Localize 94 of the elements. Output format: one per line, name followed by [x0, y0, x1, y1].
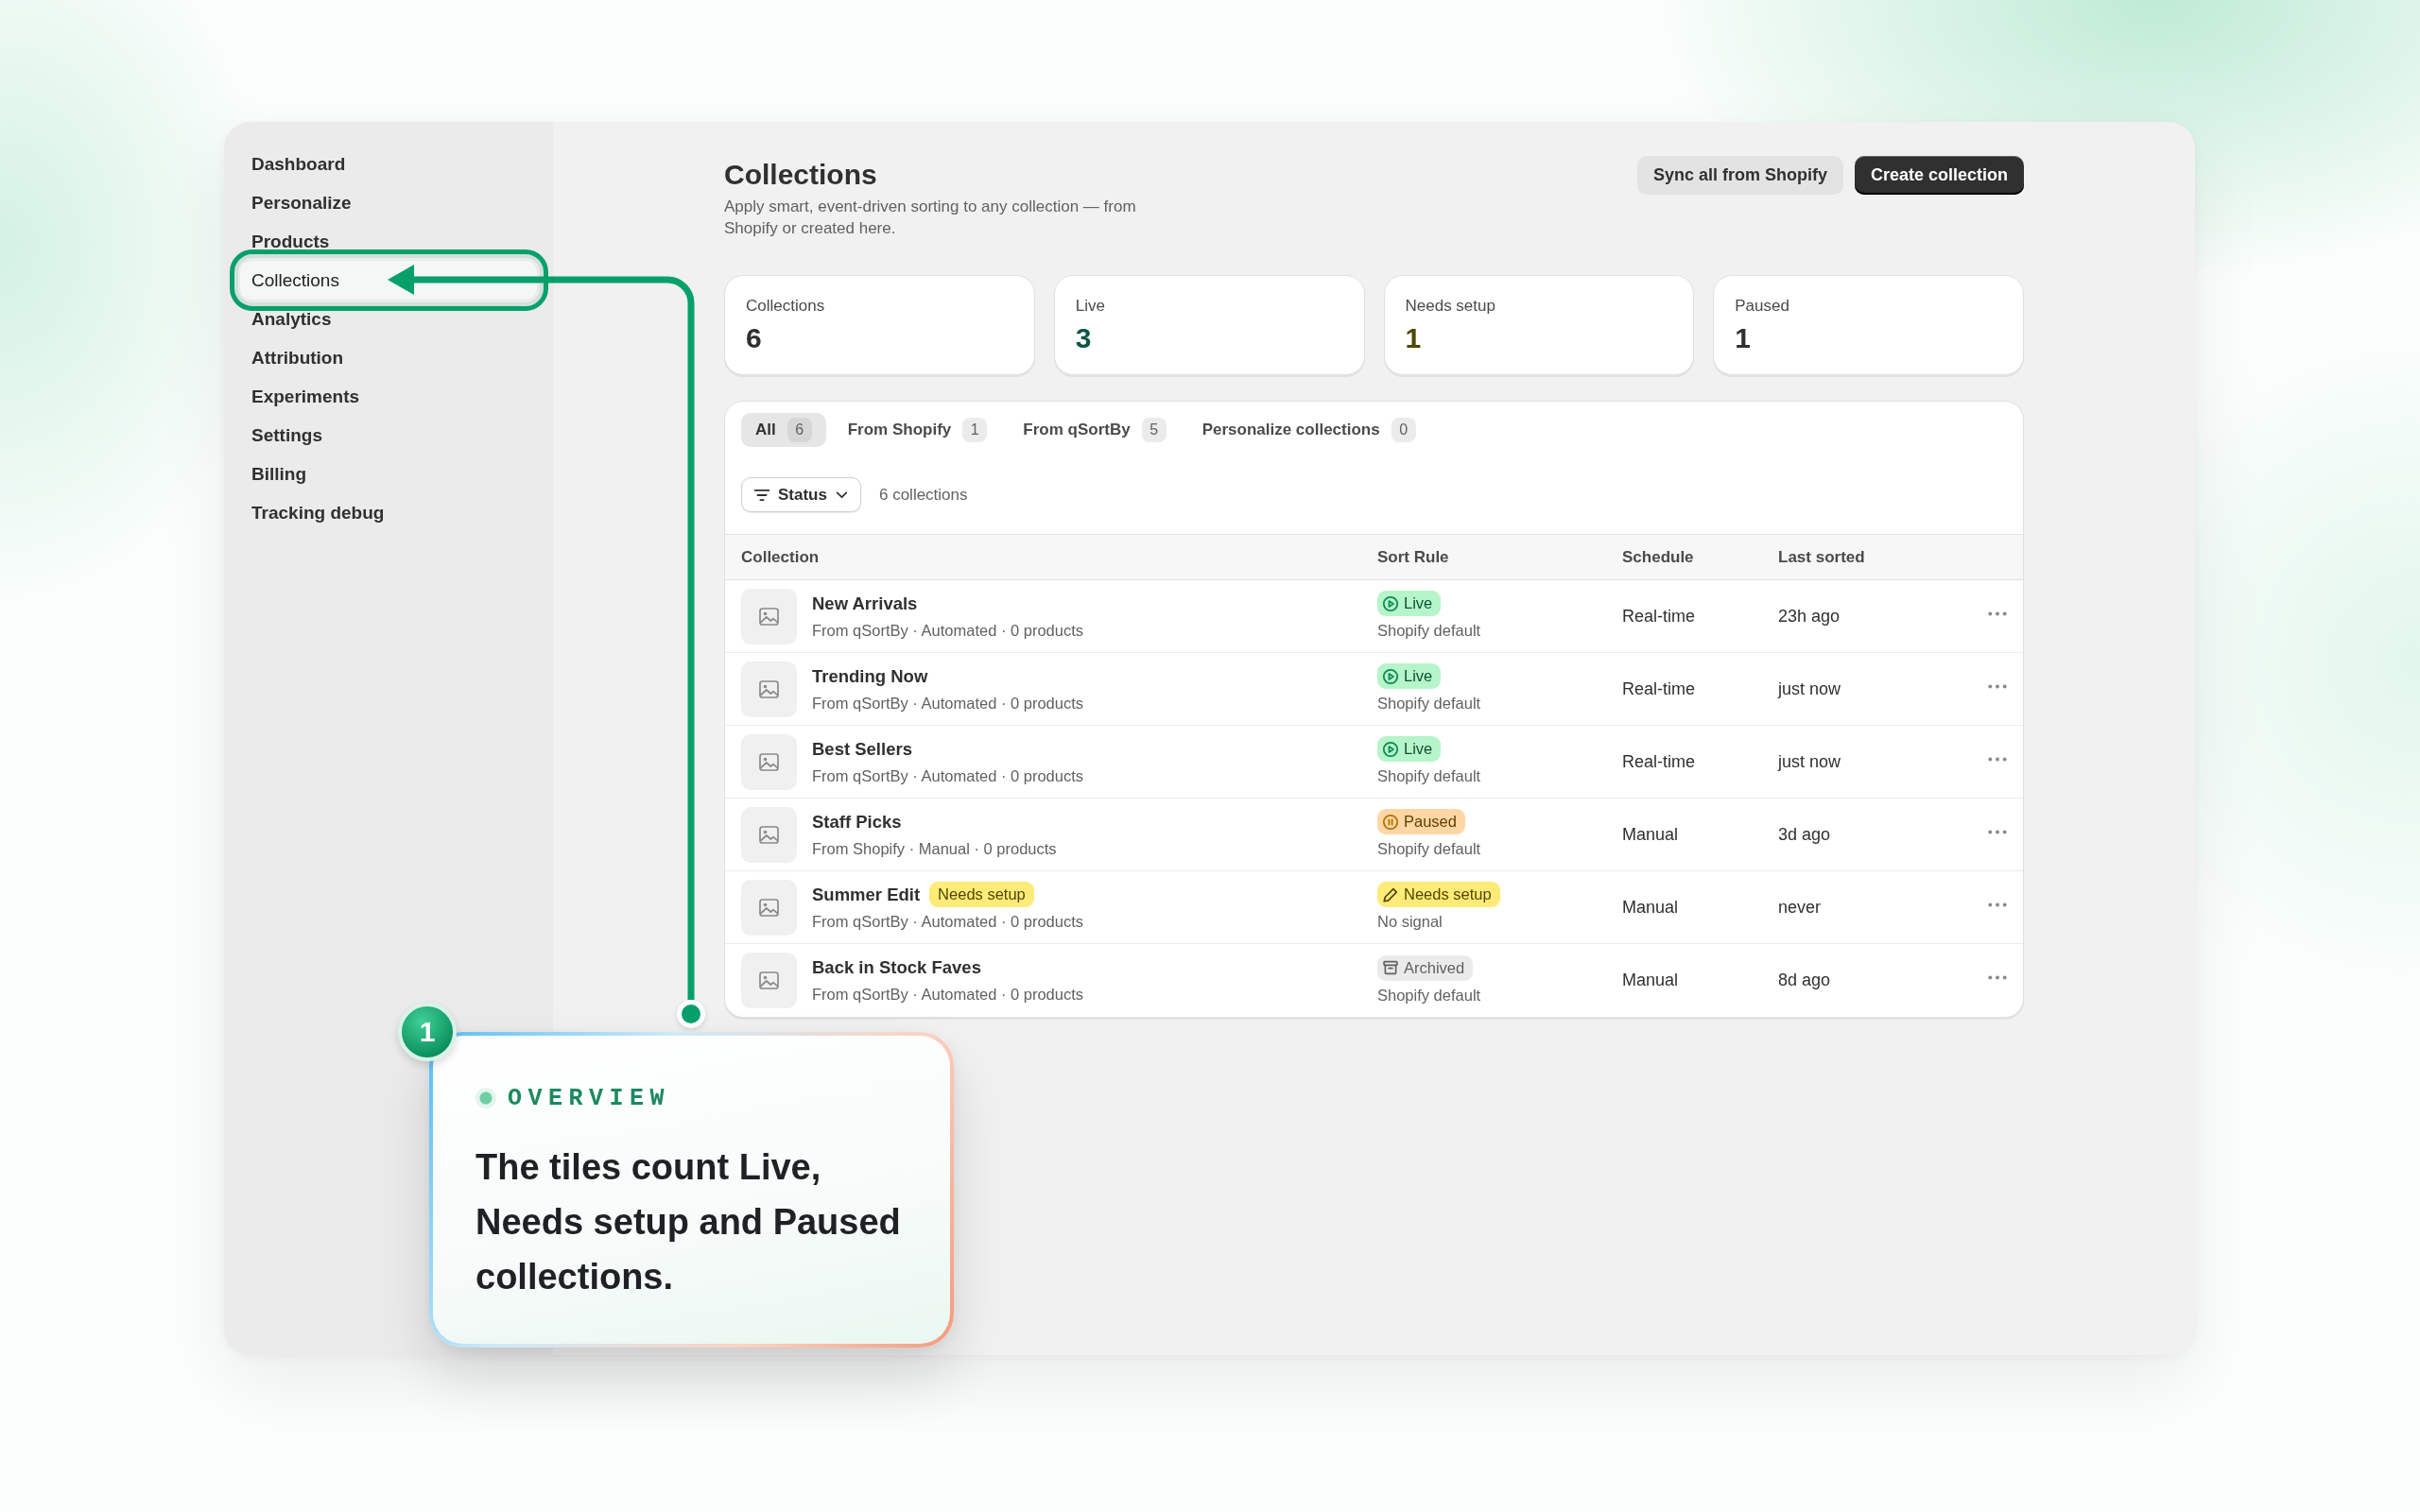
schedule-text: Real-time [1622, 606, 1697, 627]
count-badge: 5 [1141, 418, 1167, 442]
stat-label: Collections [746, 296, 825, 317]
collection-details: From qSortBy · Automated · 0 products [812, 693, 1084, 713]
sidebar-item[interactable]: Dashboard [240, 145, 537, 183]
count-badge: 1 [962, 418, 988, 442]
stat-label: Paused [1735, 296, 1789, 317]
image-icon [741, 588, 797, 644]
last-sorted-time: 8d ago [1778, 971, 1832, 990]
stat-value: 3 [1075, 321, 1092, 355]
status-badge: Needs setup [1377, 882, 1500, 907]
image-icon [741, 661, 797, 717]
stat-value: 1 [1735, 321, 1751, 355]
status-badge: Needs setup [929, 882, 1034, 907]
ellipsis-icon[interactable] [1987, 901, 2008, 908]
collection-details: From qSortBy · Automated · 0 products [812, 620, 1084, 641]
sidebar-item[interactable]: Attribution [240, 338, 537, 377]
page-title: Collections [724, 158, 878, 192]
filter-tab[interactable]: All 6 [741, 413, 826, 447]
schedule-text: Manual [1622, 897, 1680, 918]
status-badge: Archived [1377, 954, 1474, 981]
ellipsis-icon[interactable] [1987, 755, 2008, 763]
sidebar-item[interactable]: Experiments [240, 377, 537, 416]
sort-source: Shopify default [1377, 839, 1481, 859]
sort-source: Shopify default [1377, 694, 1481, 713]
pause-circle-icon [1382, 813, 1399, 831]
callout-eyebrow: OVERVIEW [508, 1084, 671, 1112]
sort-source: Shopify default [1377, 621, 1481, 641]
sidebar-item[interactable]: Analytics [240, 300, 537, 338]
sidebar-item[interactable]: Collections [240, 261, 537, 300]
image-icon [741, 806, 797, 863]
sidebar-item[interactable]: Tracking debug [240, 493, 537, 532]
stat-value: 6 [746, 321, 762, 355]
last-sorted-time: just now [1778, 679, 1842, 699]
last-sorted-time: 23h ago [1778, 606, 1841, 627]
ellipsis-icon[interactable] [1987, 828, 2008, 835]
column-header[interactable]: Collection [741, 547, 1377, 567]
count-badge: 6 [786, 418, 812, 442]
play-circle-icon [1382, 740, 1399, 758]
sync-button[interactable]: Sync all from Shopify [1636, 156, 1843, 195]
stat-label: Live [1075, 296, 1105, 317]
ellipsis-icon[interactable] [1987, 610, 2008, 617]
stat-label: Needs setup [1405, 296, 1495, 317]
last-sorted-time: 3d ago [1778, 824, 1832, 845]
column-header[interactable]: Sort Rule [1377, 547, 1622, 567]
schedule-text: Real-time [1622, 751, 1697, 772]
sidebar-item[interactable]: Settings [240, 416, 537, 455]
last-sorted-time: just now [1778, 751, 1842, 772]
sidebar-item[interactable]: Billing [240, 455, 537, 493]
pencil-icon [1382, 885, 1399, 903]
sort-source: Shopify default [1377, 766, 1481, 786]
collection-name[interactable]: Trending Now [812, 663, 928, 689]
schedule-text: Manual [1622, 971, 1680, 990]
collection-name[interactable]: Best Sellers [812, 736, 912, 762]
last-sorted-time: never [1778, 897, 1823, 918]
sidebar-item[interactable]: Personalize [240, 183, 537, 222]
column-header[interactable]: Last sorted [1778, 547, 1981, 567]
collection-name[interactable]: Staff Picks [812, 809, 902, 834]
collection-name[interactable]: New Arrivals [812, 591, 918, 616]
create-button[interactable]: Create collection [1854, 156, 2024, 195]
filter-tab[interactable]: From qSortBy 5 [1009, 413, 1181, 447]
ellipsis-icon[interactable] [1987, 682, 2008, 690]
column-header[interactable]: Schedule [1622, 547, 1778, 567]
filter-tab[interactable]: From Shopify 1 [833, 413, 1002, 447]
callout-text: The tiles count Live, Needs setup and Paused collections. [475, 1146, 902, 1298]
stat-value: 1 [1405, 321, 1422, 355]
play-circle-icon [1382, 667, 1399, 685]
image-icon [741, 733, 797, 790]
filter-tab[interactable]: Personalize collections 0 [1187, 413, 1430, 447]
image-icon [741, 953, 797, 1008]
schedule-text: Real-time [1622, 679, 1697, 699]
sort-source: Shopify default [1377, 985, 1481, 1005]
result-count: 6 collections [878, 485, 968, 505]
status-filter-button[interactable]: Status [741, 477, 861, 512]
status-badge: Paused [1377, 809, 1465, 834]
image-icon [741, 879, 797, 936]
page-subtitle: Apply smart, event-driven sorting to any collection — from Shopify or created here. [724, 197, 1137, 239]
status-badge: Live [1377, 736, 1442, 762]
sort-source: No signal [1377, 912, 1443, 932]
bullet-dot-icon [475, 1088, 496, 1108]
sidebar-item[interactable]: Products [240, 222, 537, 261]
collection-details: From Shopify · Manual · 0 products [812, 838, 1057, 859]
play-circle-icon [1382, 594, 1399, 612]
status-badge: Live [1377, 663, 1442, 689]
collection-name[interactable]: Back in Stock Faves [812, 955, 981, 980]
collection-details: From qSortBy · Automated · 0 products [812, 765, 1084, 786]
collection-details: From qSortBy · Automated · 0 products [812, 985, 1084, 1005]
collection-details: From qSortBy · Automated · 0 products [812, 912, 1084, 932]
collection-name[interactable]: Summer Edit [812, 882, 921, 907]
archive-box-icon [1382, 959, 1399, 976]
status-badge: Live [1377, 591, 1442, 616]
schedule-text: Manual [1622, 824, 1680, 845]
count-badge: 0 [1391, 418, 1416, 442]
ellipsis-icon[interactable] [1987, 974, 2008, 981]
